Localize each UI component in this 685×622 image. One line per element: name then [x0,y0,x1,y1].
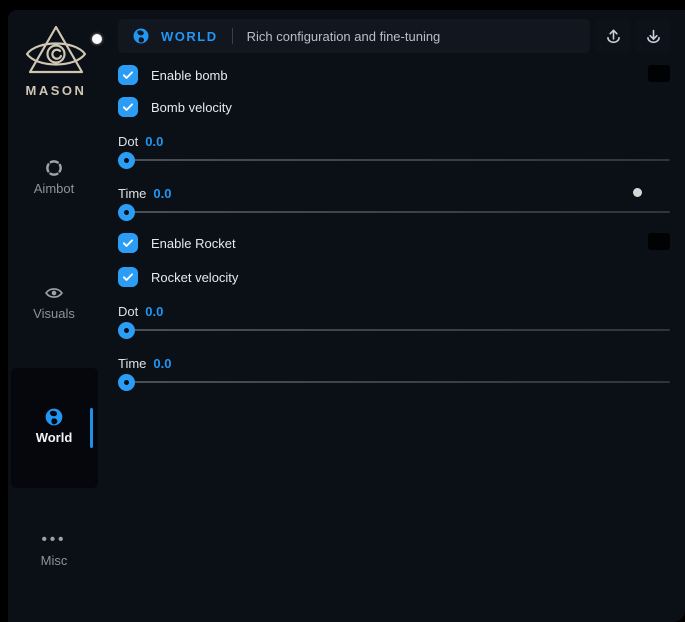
bomb-velocity-checkbox[interactable] [118,97,138,117]
sidebar-item-label: Misc [8,553,100,569]
slider-thumb[interactable] [118,322,135,339]
eye-icon [8,283,100,303]
enable-rocket-checkbox[interactable] [118,233,138,253]
sidebar: MASON Aimbot Visuals [8,10,118,622]
sidebar-item-label: World [8,430,100,446]
slider-value: 0.0 [153,356,171,371]
upload-config-button[interactable] [596,19,630,53]
bomb-dot-slider[interactable] [118,151,670,169]
sidebar-item-misc[interactable]: ••• Misc [8,530,100,569]
slider-thumb[interactable] [118,204,135,221]
sidebar-item-aimbot[interactable]: Aimbot [8,158,100,197]
bomb-velocity-row: Bomb velocity [118,97,670,117]
page-title: WORLD [161,29,218,44]
tab-header: WORLD Rich configuration and fine-tuning [118,19,590,53]
slider-name: Dot [118,134,138,149]
upload-icon [604,27,623,46]
checkbox-label: Bomb velocity [151,100,232,115]
globe-icon [8,407,100,427]
slider-track[interactable] [118,329,670,331]
slider-value: 0.0 [145,134,163,149]
slider-value: 0.0 [145,304,163,319]
slider-name: Time [118,356,146,371]
rocket-dot-slider[interactable] [118,321,670,339]
slider-name: Dot [118,304,138,319]
checkbox-label: Enable Rocket [151,236,236,251]
check-icon [121,100,135,114]
content-header: WORLD Rich configuration and fine-tuning [118,19,670,53]
sidebar-item-label: Visuals [8,306,100,322]
download-config-button[interactable] [636,19,670,53]
check-icon [121,68,135,82]
brand-name: MASON [8,83,104,98]
slider-name: Time [118,186,146,201]
enable-bomb-keybind-button[interactable] [648,65,670,82]
cursor-dot [92,34,102,44]
sidebar-item-visuals[interactable]: Visuals [8,283,100,322]
rocket-dot-label: Dot 0.0 [118,303,670,319]
check-icon [121,236,135,250]
bomb-time-label: Time 0.0 [118,185,670,201]
cursor-dot [633,188,642,197]
checkbox-label: Enable bomb [151,68,228,83]
enable-bomb-row: Enable bomb [118,65,670,85]
bomb-dot-label: Dot 0.0 [118,133,670,149]
header-divider [232,28,233,44]
slider-track[interactable] [118,381,670,383]
check-icon [121,270,135,284]
rocket-velocity-checkbox[interactable] [118,267,138,287]
slider-track[interactable] [118,159,670,161]
page-subtitle: Rich configuration and fine-tuning [247,29,441,44]
brand-logo: MASON [8,24,104,98]
globe-icon [132,27,150,45]
enable-bomb-checkbox[interactable] [118,65,138,85]
enable-rocket-keybind-button[interactable] [648,233,670,250]
bomb-time-slider[interactable] [118,203,670,221]
slider-thumb[interactable] [118,374,135,391]
sidebar-item-world[interactable]: World [8,407,100,446]
rocket-time-slider[interactable] [118,373,670,391]
checkbox-label: Rocket velocity [151,270,238,285]
slider-track[interactable] [118,211,670,213]
enable-rocket-row: Enable Rocket [118,233,670,253]
crosshair-icon [8,158,100,178]
app-window: MASON Aimbot Visuals [8,10,685,622]
slider-value: 0.0 [153,186,171,201]
rocket-time-label: Time 0.0 [118,355,670,371]
slider-thumb[interactable] [118,152,135,169]
rocket-velocity-row: Rocket velocity [118,267,670,287]
all-seeing-eye-icon [23,24,89,78]
download-icon [644,27,663,46]
ellipsis-icon: ••• [8,530,100,550]
sidebar-item-label: Aimbot [8,181,100,197]
content-area: WORLD Rich configuration and fine-tuning [118,19,670,391]
